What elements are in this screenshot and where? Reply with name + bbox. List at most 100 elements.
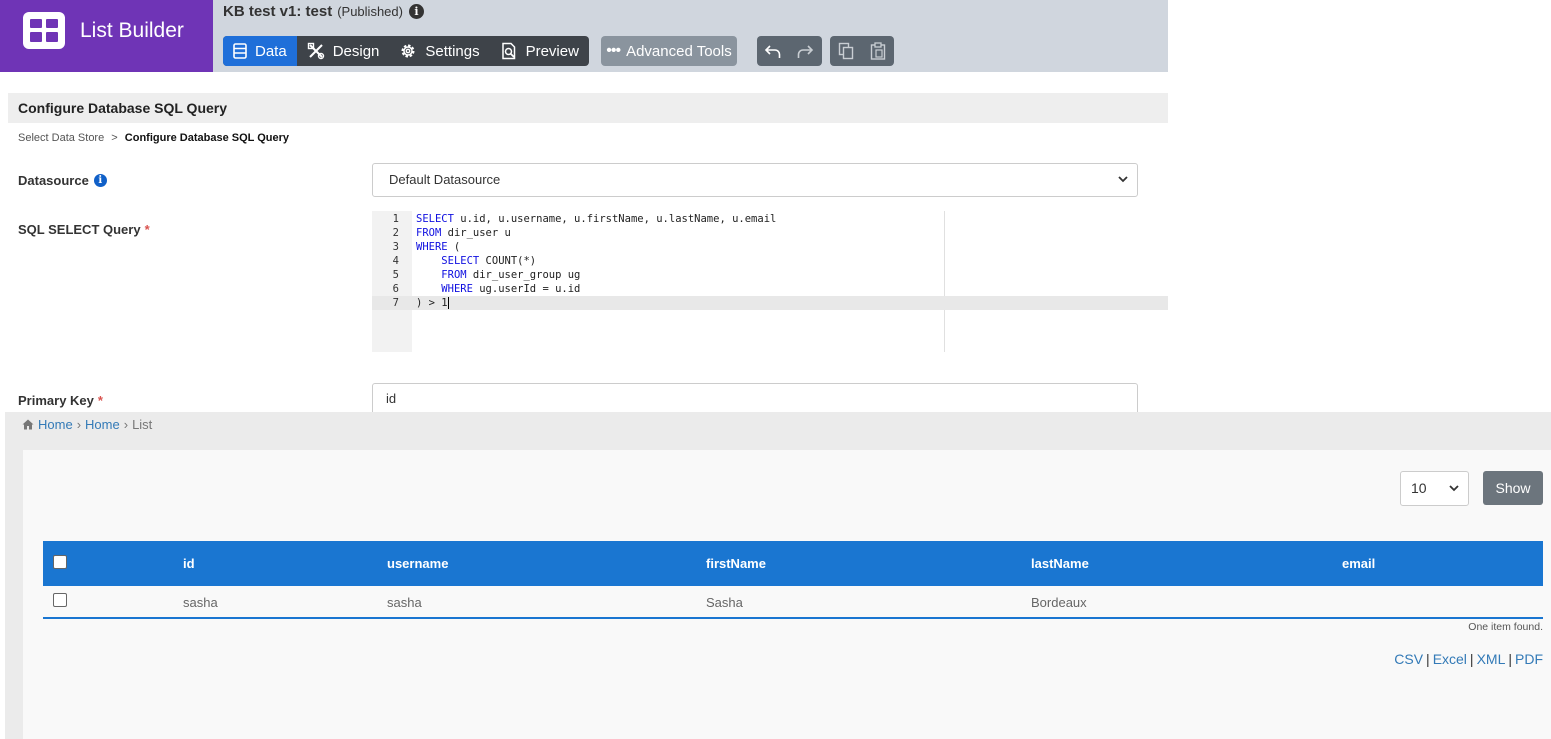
cell-username: sasha [387,595,422,610]
code-text: ) > 1 [416,296,449,310]
page-size-select[interactable]: 10 [1400,471,1469,506]
export-pdf-link[interactable]: PDF [1515,651,1543,667]
line-number: 7 [392,297,399,309]
datasource-label: Datasource i [18,173,107,188]
column-header-lastname[interactable]: lastName [1031,556,1089,571]
undo-button[interactable] [757,36,789,66]
app-title: KB test v1: test (Published) i [223,3,424,20]
cell-lastname: Bordeaux [1031,595,1087,610]
export-csv-link[interactable]: CSV [1394,651,1423,667]
sql-keyword: WHERE [416,241,448,253]
top-bar: List Builder KB test v1: test (Published… [0,0,1168,72]
redo-icon [797,45,814,58]
breadcrumb-home[interactable]: Home [38,417,73,432]
column-header-firstname[interactable]: firstName [706,556,766,571]
code-line: 4 SELECT COUNT(*) [372,254,1168,268]
chevron-down-icon [1448,472,1460,517]
tab-preview[interactable]: Preview [490,36,589,66]
clipboard-group [830,36,894,66]
breadcrumb-separator: › [76,417,82,432]
preview-icon [501,42,515,60]
advanced-tools-button[interactable]: ••• Advanced Tools [601,36,737,66]
table-header: id username firstName lastName email [43,541,1543,586]
section-title: Configure Database SQL Query [8,93,1168,123]
sql-text: ) > 1 [416,297,448,309]
sql-text: COUNT(*) [479,255,537,267]
export-xml-link[interactable]: XML [1477,651,1506,667]
select-all-checkbox[interactable] [53,555,67,569]
result-count: One item found. [1468,621,1543,633]
primary-key-label: Primary Key * [18,393,103,408]
breadcrumb-parent[interactable]: Select Data Store [18,132,104,144]
brand: List Builder [0,0,213,72]
sql-code-editor[interactable]: 1 SELECT u.id, u.username, u.firstName, … [372,211,1168,352]
code-text: SELECT u.id, u.username, u.firstName, u.… [416,212,776,226]
column-header-email[interactable]: email [1342,556,1375,571]
breadcrumb-separator: › [123,417,129,432]
paste-button[interactable] [862,36,894,66]
code-line-active: 7 ) > 1 [372,296,1168,310]
breadcrumb-home-2[interactable]: Home [85,417,120,432]
copy-button[interactable] [830,36,862,66]
column-header-id[interactable]: id [183,556,195,571]
code-text: FROM dir_user u [416,226,511,240]
text-cursor [447,297,449,309]
tab-data-label: Data [255,42,287,60]
line-number: 6 [392,283,399,295]
sql-keyword: SELECT [416,213,454,225]
code-line: 2 FROM dir_user u [372,226,1168,240]
redo-button[interactable] [789,36,821,66]
breadcrumb-separator: > [111,132,118,144]
more-dots-icon: ••• [606,42,621,59]
sql-keyword: WHERE [441,283,473,295]
sql-text: u.id, u.username, u.firstName, u.lastNam… [453,213,777,225]
brand-title: List Builder [80,19,184,42]
undo-icon [764,45,781,58]
sql-text: dir_user_group ug [466,269,581,281]
sql-query-label: SQL SELECT Query * [18,222,150,237]
undo-redo-group [757,36,822,66]
code-line: 6 WHERE ug.userId = u.id [372,282,1168,296]
tab-settings[interactable]: Settings [389,36,489,66]
info-icon[interactable]: i [93,174,107,187]
show-button[interactable]: Show [1483,471,1543,505]
primary-key-input[interactable]: id [372,383,1138,415]
export-excel-link[interactable]: Excel [1433,651,1467,667]
required-mark: * [97,393,103,408]
sql-keyword: FROM [416,227,442,239]
list-preview-panel: Home › Home › List 10 Show id username f… [5,412,1551,739]
export-separator: | [1469,651,1474,667]
line-number: 1 [392,213,399,225]
cell-firstname: Sasha [706,595,743,610]
builder-tabs: Data Design Settings Preview [223,36,589,66]
tab-preview-label: Preview [525,42,579,60]
copy-icon [838,42,854,60]
tab-design[interactable]: Design [297,36,390,66]
column-header-username[interactable]: username [387,556,448,571]
export-separator: | [1508,651,1512,667]
table-row: sasha sasha Sasha Bordeaux [43,586,1543,619]
code-text: WHERE ug.userId = u.id [416,282,580,296]
breadcrumb: Select Data Store > Configure Database S… [18,132,289,144]
row-checkbox[interactable] [53,593,67,607]
design-tools-icon [307,42,324,60]
info-icon[interactable]: i [408,4,424,19]
datasource-value: Default Datasource [389,172,501,187]
primary-key-label-text: Primary Key [18,393,94,408]
chevron-down-icon [1117,164,1129,208]
grid-icon [23,12,65,49]
gear-icon [401,44,415,58]
sql-text: ( [447,241,461,253]
sql-query-label-text: SQL SELECT Query [18,222,141,237]
sql-text: dir_user u [441,227,511,239]
tab-data[interactable]: Data [223,36,297,66]
cell-id: sasha [183,595,218,610]
code-text: SELECT COUNT(*) [416,254,536,268]
datasource-select[interactable]: Default Datasource [372,163,1138,197]
preview-breadcrumb: Home › Home › List [22,417,152,432]
app-status: (Published) [337,4,403,19]
code-line: 3 WHERE ( [372,240,1168,254]
code-text: WHERE ( [416,240,460,254]
